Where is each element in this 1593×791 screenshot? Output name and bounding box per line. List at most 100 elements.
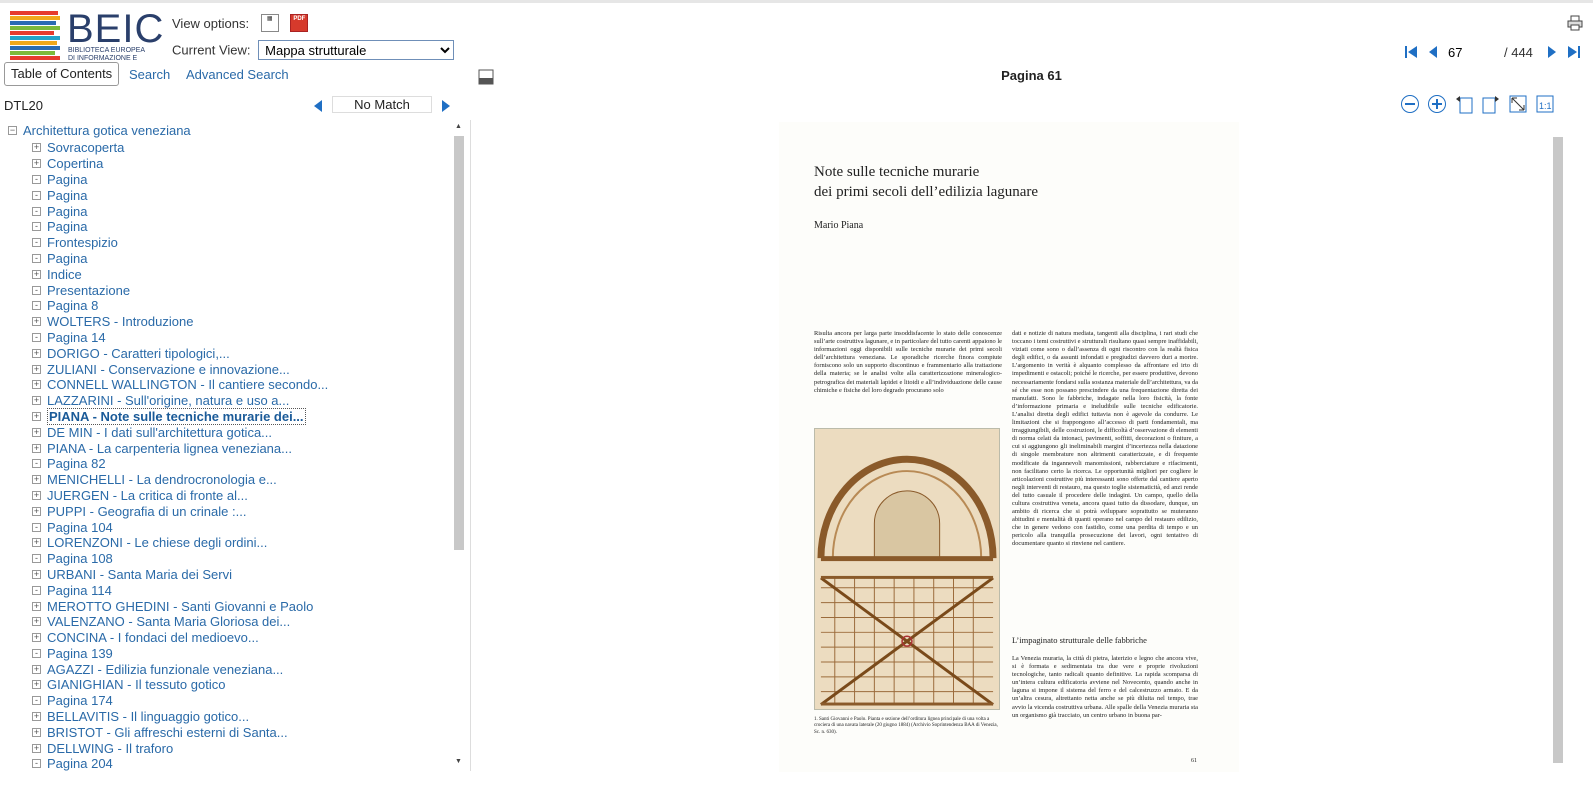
- tree-item-label[interactable]: LORENZONI - Le chiese degli ordini...: [47, 535, 267, 550]
- tree-item-label[interactable]: ZULIANI - Conservazione e innovazione...: [47, 362, 290, 377]
- tree-item[interactable]: - Pagina: [32, 203, 328, 219]
- tree-item[interactable]: + CONCINA - I fondaci del medioevo...: [32, 630, 328, 646]
- expand-icon[interactable]: +: [32, 506, 41, 516]
- actual-size-icon[interactable]: 1:1: [1535, 94, 1555, 114]
- tree-root-label[interactable]: Architettura gotica veneziana: [23, 123, 191, 138]
- tree-item[interactable]: - Pagina 139: [32, 646, 328, 662]
- tree-item-label[interactable]: GIANIGHIAN - Il tessuto gotico: [47, 677, 225, 692]
- expand-icon[interactable]: +: [32, 427, 41, 437]
- tree-item[interactable]: + Copertina: [32, 156, 328, 172]
- expand-icon[interactable]: +: [32, 617, 41, 627]
- expand-icon[interactable]: +: [32, 348, 41, 358]
- expand-icon[interactable]: +: [32, 143, 41, 153]
- collapse-icon[interactable]: −: [8, 126, 17, 135]
- tree-item[interactable]: + URBANI - Santa Maria dei Servi: [32, 567, 328, 583]
- expand-icon[interactable]: +: [32, 269, 41, 279]
- tree-item-label[interactable]: Pagina: [47, 251, 87, 266]
- expand-icon[interactable]: +: [32, 569, 41, 579]
- tab-search[interactable]: Search: [129, 67, 170, 82]
- fit-window-icon[interactable]: [1508, 94, 1528, 114]
- tree-item-label[interactable]: Pagina 114: [47, 583, 112, 598]
- page-number-input[interactable]: [1448, 43, 1500, 61]
- tree-item-label[interactable]: Pagina 82: [47, 456, 106, 471]
- tree-root[interactable]: − Architettura gotica veneziana: [8, 123, 191, 138]
- tree-item[interactable]: + PIANA - Note sulle tecniche murarie dei…: [32, 407, 328, 425]
- tree-item-label[interactable]: Presentazione: [47, 283, 130, 298]
- tree-item[interactable]: - Pagina 14: [32, 330, 328, 346]
- tab-table-of-contents[interactable]: Table of Contents: [4, 62, 120, 86]
- next-page-icon[interactable]: [1545, 45, 1559, 59]
- rotate-right-icon[interactable]: [1481, 94, 1501, 114]
- scroll-down-icon[interactable]: ▼: [455, 758, 462, 765]
- tree-item[interactable]: + Sovracoperta: [32, 140, 328, 156]
- tree-item-label[interactable]: MENICHELLI - La dendrocronologia e...: [47, 472, 277, 487]
- expand-icon[interactable]: +: [32, 680, 41, 690]
- tree-item-label[interactable]: Pagina: [47, 204, 87, 219]
- tree-item-label[interactable]: Pagina 104: [47, 520, 113, 535]
- tree-item[interactable]: + MENICHELLI - La dendrocronologia e...: [32, 472, 328, 488]
- tree-item[interactable]: + DORIGO - Caratteri tipologici,...: [32, 345, 328, 361]
- expand-icon[interactable]: +: [32, 664, 41, 674]
- tree-item[interactable]: + PUPPI - Geografia di un crinale :...: [32, 503, 328, 519]
- tree-item-label[interactable]: CONNELL WALLINGTON - Il cantiere secondo…: [47, 377, 328, 392]
- expand-icon[interactable]: +: [32, 159, 41, 169]
- tree-item[interactable]: - Pagina: [32, 172, 328, 188]
- tree-item[interactable]: + AGAZZI - Edilizia funzionale veneziana.…: [32, 661, 328, 677]
- tree-item-label[interactable]: BELLAVITIS - Il linguaggio gotico...: [47, 709, 249, 724]
- scroll-up-icon[interactable]: ▲: [455, 123, 462, 130]
- zoom-out-icon[interactable]: [1400, 94, 1420, 114]
- tree-item-label[interactable]: Pagina: [47, 219, 87, 234]
- expand-icon[interactable]: +: [32, 727, 41, 737]
- tree-item[interactable]: + LAZZARINI - Sull'origine, natura e uso …: [32, 393, 328, 409]
- tree-item[interactable]: - Pagina 114: [32, 582, 328, 598]
- tree-item-label[interactable]: AGAZZI - Edilizia funzionale veneziana..…: [47, 662, 283, 677]
- tree-item-label[interactable]: PUPPI - Geografia di un crinale :...: [47, 504, 246, 519]
- tree-item[interactable]: + WOLTERS - Introduzione: [32, 314, 328, 330]
- tree-item-label[interactable]: DELLWING - Il traforo: [47, 741, 173, 756]
- expand-icon[interactable]: +: [32, 475, 41, 485]
- next-match-icon[interactable]: [441, 100, 451, 112]
- viewer-scrollbar[interactable]: [1552, 137, 1564, 771]
- tree-item-label[interactable]: Indice: [47, 267, 82, 282]
- tree-item[interactable]: + DELLWING - Il traforo: [32, 740, 328, 756]
- tree-item-label[interactable]: Pagina: [47, 172, 87, 187]
- tree-item-label[interactable]: Pagina 204: [47, 756, 113, 771]
- toc-scrollbar-thumb[interactable]: [454, 136, 464, 550]
- tree-item-label[interactable]: Sovracoperta: [47, 140, 124, 155]
- tree-item[interactable]: + LORENZONI - Le chiese degli ordini...: [32, 535, 328, 551]
- tree-item[interactable]: - Pagina 204: [32, 756, 328, 771]
- tree-item[interactable]: - Presentazione: [32, 282, 328, 298]
- expand-icon[interactable]: +: [32, 443, 41, 453]
- expand-icon[interactable]: +: [32, 490, 41, 500]
- tree-item-label[interactable]: DE MIN - I dati sull'architettura gotica…: [47, 425, 272, 440]
- previous-match-icon[interactable]: [313, 100, 323, 112]
- tree-item-label[interactable]: Pagina 174: [47, 693, 113, 708]
- expand-icon[interactable]: +: [32, 743, 41, 753]
- tree-item[interactable]: + Indice: [32, 266, 328, 282]
- structure-view-icon[interactable]: ▦: [260, 14, 279, 32]
- tree-item-label[interactable]: PIANA - Note sulle tecniche murarie dei.…: [47, 407, 306, 425]
- expand-icon[interactable]: +: [32, 380, 41, 390]
- tree-item[interactable]: + DE MIN - I dati sull'architettura gotic…: [32, 424, 328, 440]
- expand-icon[interactable]: +: [32, 411, 41, 421]
- expand-icon[interactable]: +: [32, 364, 41, 374]
- tree-item-label[interactable]: URBANI - Santa Maria dei Servi: [47, 567, 232, 582]
- previous-page-icon[interactable]: [1426, 45, 1440, 59]
- tree-item-label[interactable]: CONCINA - I fondaci del medioevo...: [47, 630, 259, 645]
- expand-icon[interactable]: +: [32, 601, 41, 611]
- tree-item-label[interactable]: VALENZANO - Santa Maria Gloriosa dei...: [47, 614, 290, 629]
- tree-item-label[interactable]: Frontespizio: [47, 235, 118, 250]
- tree-item-label[interactable]: Pagina 8: [47, 298, 98, 313]
- tree-item[interactable]: + JUERGEN - La critica di fronte al...: [32, 488, 328, 504]
- tree-item[interactable]: - Pagina 174: [32, 693, 328, 709]
- tree-item[interactable]: - Pagina 8: [32, 298, 328, 314]
- tree-item[interactable]: - Pagina 108: [32, 551, 328, 567]
- zoom-in-icon[interactable]: [1427, 94, 1447, 114]
- tree-item[interactable]: - Frontespizio: [32, 235, 328, 251]
- tree-item-label[interactable]: WOLTERS - Introduzione: [47, 314, 193, 329]
- tree-item-label[interactable]: Copertina: [47, 156, 103, 171]
- tree-item[interactable]: - Pagina 82: [32, 456, 328, 472]
- tab-advanced-search[interactable]: Advanced Search: [186, 67, 289, 82]
- tree-item[interactable]: + BRISTOT - Gli affreschi esterni di Sant…: [32, 724, 328, 740]
- tree-item[interactable]: + MEROTTO GHEDINI - Santi Giovanni e Paol…: [32, 598, 328, 614]
